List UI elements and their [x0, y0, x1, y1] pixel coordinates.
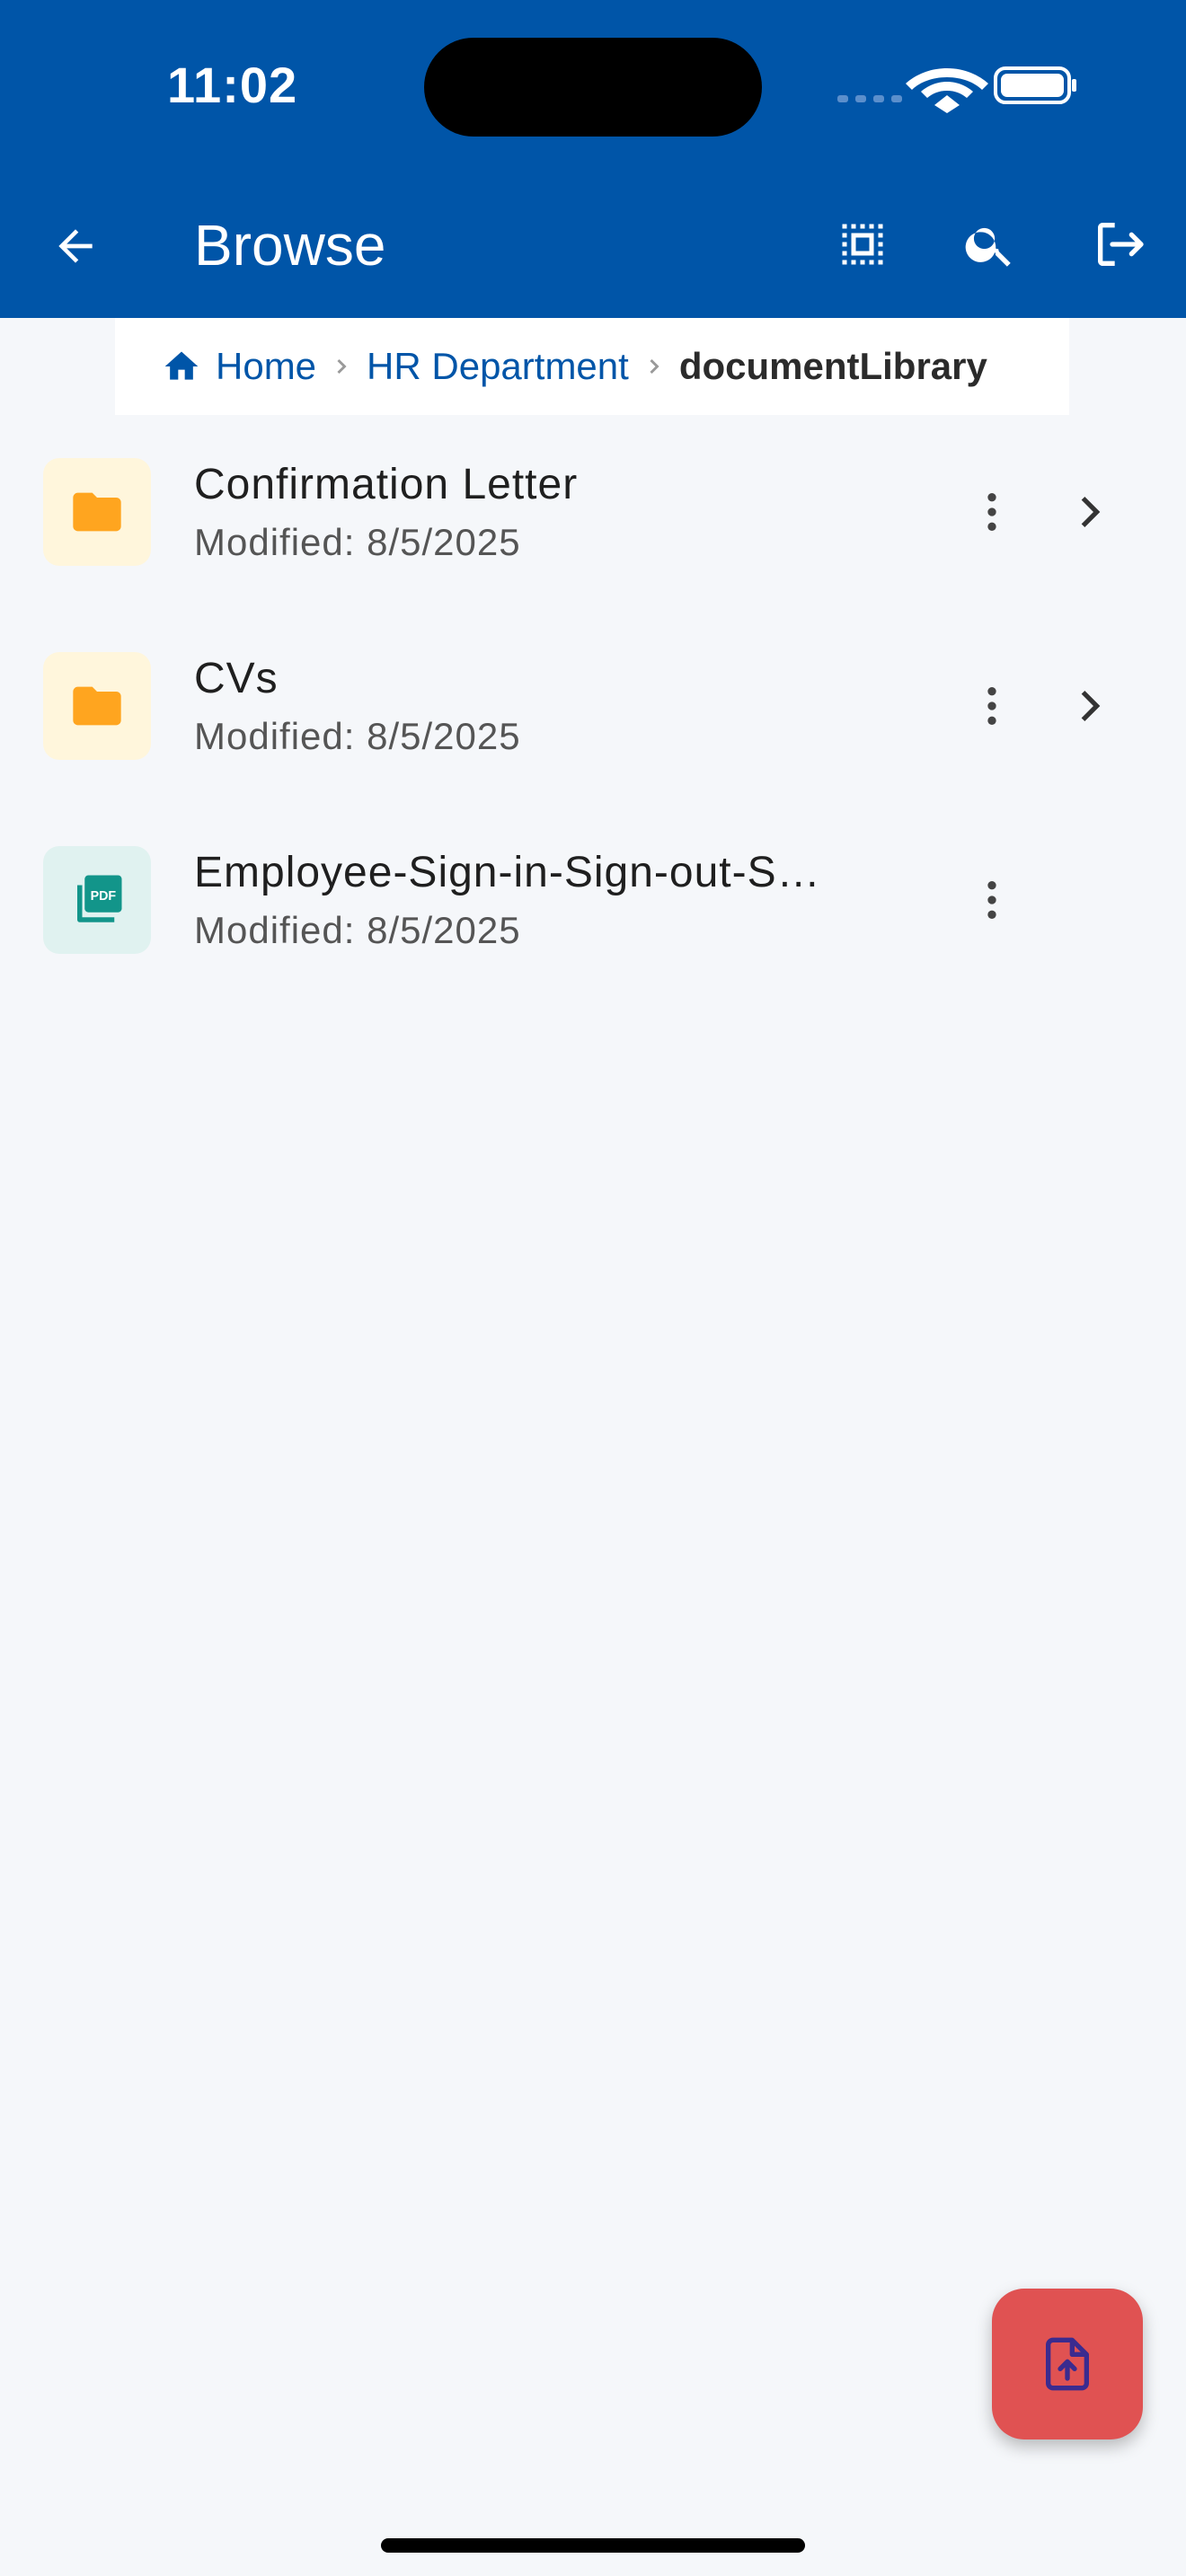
- list-item[interactable]: CVs Modified: 8/5/2025: [0, 625, 1186, 787]
- top-app-bar: 11:02 Browse: [0, 0, 1186, 318]
- search-button[interactable]: [952, 207, 1028, 282]
- more-options-button[interactable]: [956, 864, 1028, 936]
- breadcrumb-home[interactable]: Home: [216, 345, 316, 388]
- breadcrumb-hr-department[interactable]: HR Department: [367, 345, 629, 388]
- select-all-icon: [842, 224, 883, 265]
- list-item[interactable]: PDF Employee-Sign-in-Sign-out-S… Modifie…: [0, 819, 1186, 981]
- pdf-thumbnail: PDF: [43, 846, 151, 954]
- svg-text:PDF: PDF: [91, 889, 117, 904]
- page-title: Browse: [194, 213, 386, 278]
- search-icon: [965, 227, 1011, 267]
- logout-button[interactable]: [1082, 207, 1157, 282]
- app-bar: Browse: [0, 180, 1186, 305]
- more-options-button[interactable]: [956, 476, 1028, 548]
- cellular-signal-icon: [837, 95, 902, 102]
- folder-icon: [73, 686, 121, 726]
- home-indicator[interactable]: [381, 2538, 805, 2553]
- item-modified: Modified: 8/5/2025: [194, 521, 521, 563]
- wifi-icon: [906, 68, 988, 113]
- dynamic-island: [424, 38, 762, 137]
- more-vertical-icon: [987, 881, 996, 919]
- logout-icon: [1098, 223, 1144, 266]
- chevron-right-icon: [642, 354, 667, 379]
- more-options-button[interactable]: [956, 670, 1028, 742]
- folder-icon: [73, 492, 121, 532]
- pdf-icon: PDF: [77, 875, 122, 922]
- upload-file-button[interactable]: [992, 2289, 1143, 2439]
- folder-thumbnail: [43, 652, 151, 760]
- chevron-right-icon: [1053, 476, 1125, 548]
- more-vertical-icon: [987, 493, 996, 531]
- list-item[interactable]: Confirmation Letter Modified: 8/5/2025: [0, 431, 1186, 593]
- breadcrumb: Home HR Department documentLibrary: [115, 318, 1069, 415]
- home-icon[interactable]: [162, 347, 201, 386]
- item-modified: Modified: 8/5/2025: [194, 909, 521, 951]
- chevron-right-icon: [1053, 670, 1125, 742]
- breadcrumb-current: documentLibrary: [678, 345, 987, 387]
- status-time: 11:02: [167, 57, 298, 113]
- arrow-left-icon: [58, 229, 93, 263]
- select-all-button[interactable]: [825, 207, 900, 282]
- folder-thumbnail: [43, 458, 151, 566]
- item-modified: Modified: 8/5/2025: [194, 715, 521, 757]
- battery-icon: [994, 66, 1076, 104]
- item-name: Employee-Sign-in-Sign-out-S…: [194, 849, 821, 896]
- item-name: CVs: [194, 655, 279, 702]
- item-name: Confirmation Letter: [194, 461, 579, 508]
- upload-file-icon: [1046, 2337, 1089, 2391]
- status-icons: [837, 66, 1076, 113]
- more-vertical-icon: [987, 687, 996, 725]
- back-button[interactable]: [40, 210, 111, 282]
- chevron-right-icon: [329, 354, 354, 379]
